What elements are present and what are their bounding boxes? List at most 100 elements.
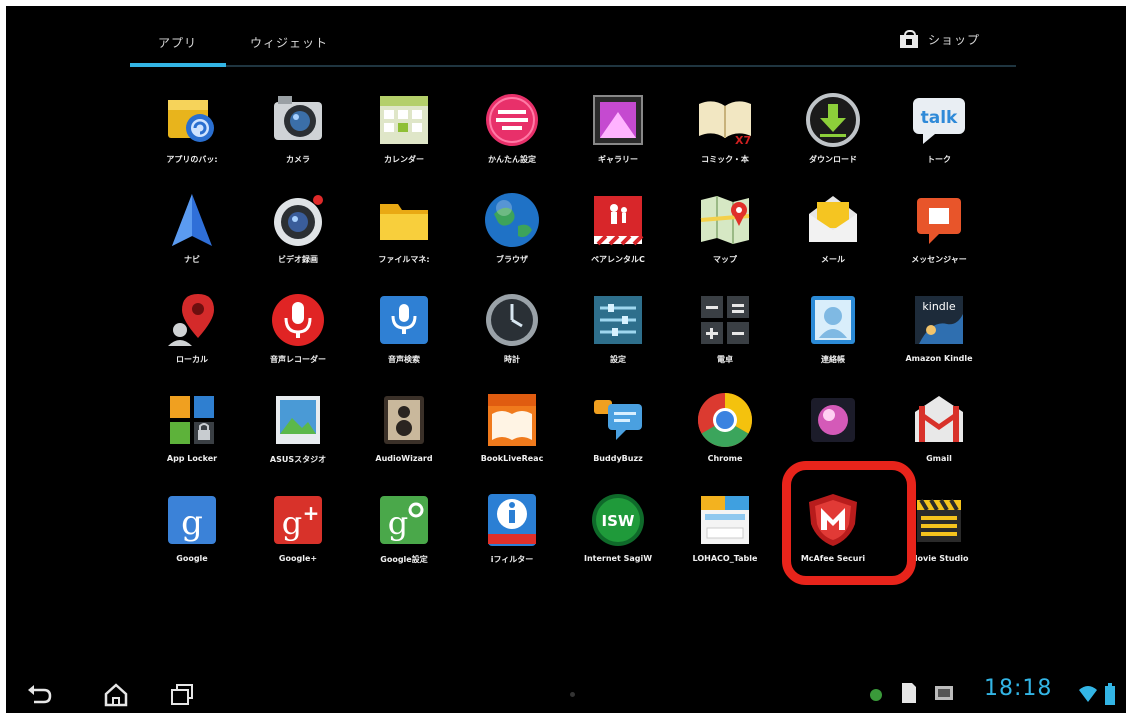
asus-studio-icon xyxy=(276,396,320,444)
navigation-icon xyxy=(172,194,212,246)
app-item[interactable]: AudioWizard xyxy=(349,390,459,490)
svg-text:g: g xyxy=(282,504,302,542)
app-item[interactable]: BookLiveReac xyxy=(457,390,567,490)
app-label: BookLiveReac xyxy=(480,454,544,463)
app-label: 時計 xyxy=(504,355,520,364)
app-item[interactable]: g Google xyxy=(137,490,247,590)
app-label: ローカル xyxy=(176,355,208,364)
app-item[interactable]: App Locker xyxy=(137,390,247,490)
app-item[interactable]: ASUSスタジオ xyxy=(243,390,353,490)
app-item[interactable]: 連絡帳 xyxy=(778,290,888,390)
app-item[interactable]: ダウンロード xyxy=(778,90,888,190)
app-item[interactable]: ISW Internet SagiW xyxy=(563,490,673,590)
notification-image-icon[interactable] xyxy=(934,684,954,702)
calendar-icon xyxy=(380,96,428,144)
app-item[interactable]: マップ xyxy=(670,190,780,290)
app-item[interactable]: アプリのバッ: xyxy=(137,90,247,190)
shopping-bag-icon xyxy=(900,30,918,48)
shop-label: ショップ xyxy=(928,32,981,47)
status-clock[interactable]: 18:18 xyxy=(984,676,1052,701)
voice-recorder-icon xyxy=(272,294,324,346)
app-drawer-tabbar: アプリ ウィジェット ショップ xyxy=(6,6,1126,76)
tab-widgets[interactable]: ウィジェット xyxy=(250,34,328,51)
booklive-icon xyxy=(488,394,536,446)
app-item[interactable]: iフィルター xyxy=(457,490,567,590)
svg-text:X7: X7 xyxy=(735,134,751,147)
app-label: ギャラリー xyxy=(598,155,638,164)
app-item[interactable]: X7 コミック・本 xyxy=(670,90,780,190)
app-item[interactable]: 音声検索 xyxy=(349,290,459,390)
contacts-icon xyxy=(811,296,855,344)
orb-app-icon xyxy=(811,398,855,442)
google-settings-icon: g xyxy=(380,496,428,544)
app-item[interactable]: カレンダー xyxy=(349,90,459,190)
wifi-icon xyxy=(1079,686,1097,702)
calculator-icon xyxy=(701,296,749,344)
messenger-icon xyxy=(917,198,961,244)
app-item[interactable]: talk トーク xyxy=(884,90,994,190)
app-item[interactable]: 時計 xyxy=(457,290,567,390)
app-item[interactable]: カメラ xyxy=(243,90,353,190)
back-icon[interactable] xyxy=(24,680,52,708)
easy-settings-icon xyxy=(486,94,538,146)
menu-icon[interactable] xyxy=(570,692,575,697)
app-label: トーク xyxy=(927,155,951,164)
tab-apps[interactable]: アプリ xyxy=(158,34,197,51)
app-label: ダウンロード xyxy=(809,155,857,164)
app-item[interactable]: 電卓 xyxy=(670,290,780,390)
svg-text:talk: talk xyxy=(921,108,958,128)
app-label: カレンダー xyxy=(384,155,424,164)
app-item[interactable]: ローカル xyxy=(137,290,247,390)
app-item[interactable]: メール xyxy=(778,190,888,290)
app-item[interactable]: Chrome xyxy=(670,390,780,490)
app-label: App Locker xyxy=(166,454,218,463)
app-item[interactable]: g Google設定 xyxy=(349,490,459,590)
comic-book-icon: X7 xyxy=(699,101,751,147)
notification-document-icon[interactable] xyxy=(900,682,918,704)
app-item[interactable]: ビデオ録画 xyxy=(243,190,353,290)
app-item[interactable]: LOHACO_Table xyxy=(670,490,780,590)
app-label: Amazon Kindle xyxy=(905,354,973,363)
app-label: アプリのバッ: xyxy=(166,155,218,164)
app-label: メッセンジャー xyxy=(911,255,967,264)
app-label: 電卓 xyxy=(717,355,733,364)
app-label: ナビ xyxy=(184,255,200,264)
audiowizard-icon xyxy=(384,396,424,444)
app-item[interactable]: kindle Amazon Kindle xyxy=(884,290,994,390)
shop-button[interactable]: ショップ xyxy=(900,30,980,48)
download-icon xyxy=(806,93,860,147)
notification-android-icon[interactable] xyxy=(868,686,884,702)
app-item[interactable]: ファイルマネ: xyxy=(349,190,459,290)
app-item[interactable]: 音声レコーダー xyxy=(243,290,353,390)
svg-text:g: g xyxy=(388,504,408,542)
app-label: BuddyBuzz xyxy=(593,454,643,463)
svg-text:ISW: ISW xyxy=(602,512,635,530)
app-label: ブラウザ xyxy=(496,255,528,264)
app-label: 音声レコーダー xyxy=(270,355,326,364)
app-backup-icon xyxy=(168,100,214,142)
battery-icon xyxy=(1105,683,1115,705)
tab-active-indicator xyxy=(130,63,226,67)
app-item[interactable]: ナビ xyxy=(137,190,247,290)
app-item[interactable]: BuddyBuzz xyxy=(563,390,673,490)
app-item[interactable]: メッセンジャー xyxy=(884,190,994,290)
app-item[interactable]: ギャラリー xyxy=(563,90,673,190)
svg-text:kindle: kindle xyxy=(922,300,955,313)
maps-icon xyxy=(700,196,750,244)
app-item[interactable]: 設定 xyxy=(563,290,673,390)
app-item[interactable]: ペアレンタルC xyxy=(563,190,673,290)
app-item[interactable]: g + Google+ xyxy=(243,490,353,590)
app-item[interactable]: かんたん設定 xyxy=(457,90,567,190)
recent-apps-icon[interactable] xyxy=(168,680,196,708)
app-label: 設定 xyxy=(610,355,626,364)
buddybuzz-icon xyxy=(594,400,642,440)
internet-sagiwall-icon: ISW xyxy=(592,494,644,546)
lohaco-icon xyxy=(701,496,749,544)
settings-icon xyxy=(594,296,642,344)
google-search-icon: g xyxy=(168,496,216,544)
browser-icon xyxy=(485,193,539,247)
home-icon[interactable] xyxy=(102,680,130,708)
app-item[interactable]: ブラウザ xyxy=(457,190,567,290)
app-label: Chrome xyxy=(707,454,743,463)
app-label: Internet SagiW xyxy=(583,554,653,563)
